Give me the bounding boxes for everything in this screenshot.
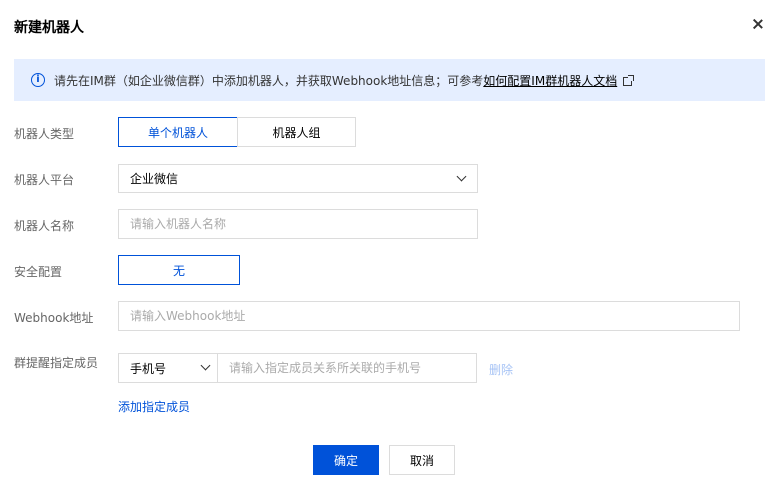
dialog-title: 新建机器人 bbox=[14, 20, 84, 36]
chevron-down-icon bbox=[456, 171, 467, 182]
robot-type-label: 机器人类型 bbox=[14, 127, 75, 141]
mention-label: 群提醒指定成员 bbox=[14, 356, 99, 370]
robot-name-label: 机器人名称 bbox=[14, 219, 75, 233]
delete-member-link[interactable]: 删除 bbox=[489, 361, 513, 378]
notice-banner: i 请先在IM群（如企业微信群）中添加机器人，并获取Webhook地址信息；可参… bbox=[14, 59, 765, 101]
external-link-icon[interactable] bbox=[623, 74, 635, 86]
platform-select-value: 企业微信 bbox=[130, 172, 179, 186]
notice-doc-link[interactable]: 如何配置IM群机器人文档 bbox=[483, 72, 617, 89]
notice-text: 请先在IM群（如企业微信群）中添加机器人，并获取Webhook地址信息；可参考 bbox=[54, 73, 484, 88]
info-icon: i bbox=[31, 73, 45, 87]
chevron-down-icon bbox=[200, 360, 211, 371]
webhook-input[interactable] bbox=[118, 301, 740, 331]
robot-type-group-button[interactable]: 机器人组 bbox=[237, 117, 356, 147]
robot-type-single-button[interactable]: 单个机器人 bbox=[118, 117, 238, 147]
add-member-link[interactable]: 添加指定成员 bbox=[118, 398, 190, 415]
mention-type-select[interactable]: 手机号 bbox=[118, 353, 218, 383]
confirm-button[interactable]: 确定 bbox=[313, 445, 379, 475]
webhook-label: Webhook地址 bbox=[14, 311, 94, 325]
security-label: 安全配置 bbox=[14, 265, 63, 279]
platform-select[interactable]: 企业微信 bbox=[118, 164, 478, 193]
robot-type-selector: 单个机器人 机器人组 bbox=[118, 117, 356, 147]
security-none-button[interactable]: 无 bbox=[118, 255, 240, 285]
close-icon[interactable] bbox=[750, 16, 766, 32]
mention-phone-input[interactable] bbox=[217, 353, 477, 383]
cancel-button[interactable]: 取消 bbox=[389, 445, 455, 475]
robot-name-input[interactable] bbox=[118, 209, 478, 239]
mention-type-value: 手机号 bbox=[130, 361, 167, 376]
platform-label: 机器人平台 bbox=[14, 173, 75, 187]
